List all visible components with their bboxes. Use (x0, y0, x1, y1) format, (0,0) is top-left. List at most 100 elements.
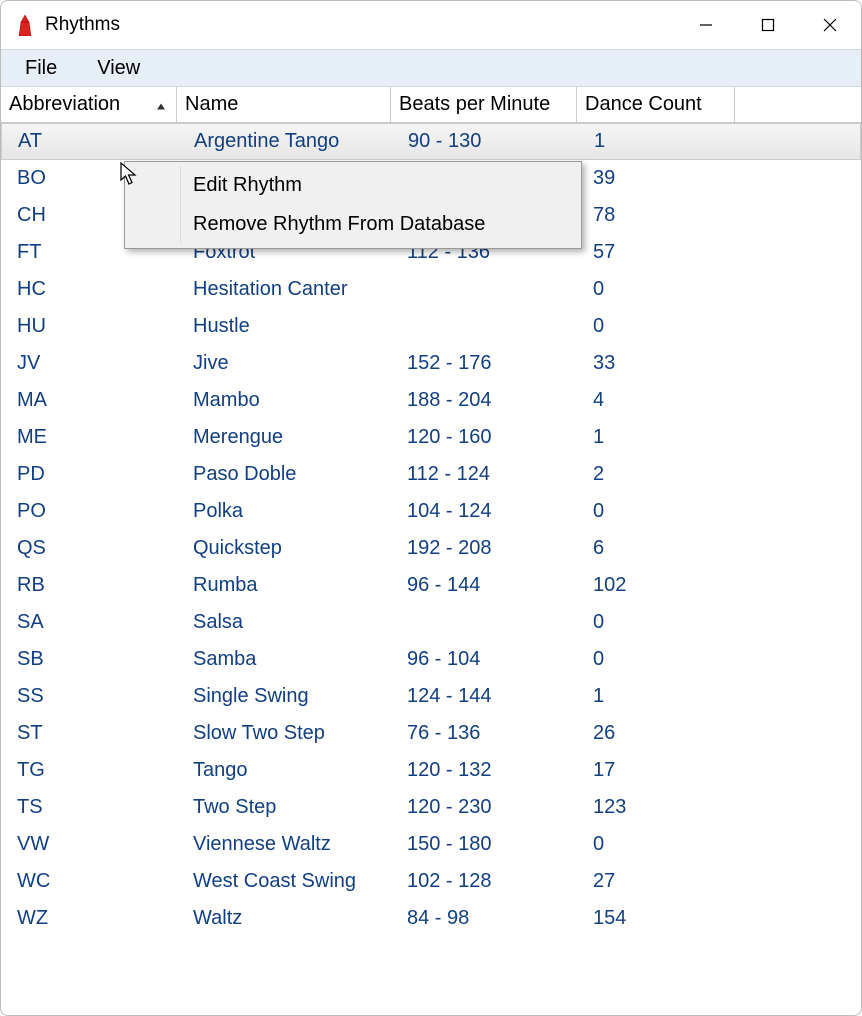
menubar: File View (1, 49, 861, 87)
cell-name: Waltz (177, 907, 391, 930)
table-row[interactable]: SASalsa 0 (1, 604, 861, 641)
table-row[interactable]: POPolka104 - 1240 (1, 493, 861, 530)
cell-bpm: 152 - 176 (391, 352, 577, 375)
table-row[interactable]: VWViennese Waltz150 - 1800 (1, 826, 861, 863)
table-row[interactable]: WCWest Coast Swing102 - 12827 (1, 863, 861, 900)
column-label: Name (185, 93, 238, 116)
column-label: Abbreviation (9, 93, 120, 116)
cell-name: Rumba (177, 574, 391, 597)
table-row[interactable]: TSTwo Step120 - 230123 (1, 789, 861, 826)
titlebar: Rhythms (1, 1, 861, 49)
table-header: Abbreviation Name Beats per Minute Dance… (1, 87, 861, 123)
cell-name: Slow Two Step (177, 722, 391, 745)
cell-abbreviation: TG (1, 759, 177, 782)
cell-dance-count: 154 (577, 907, 735, 930)
cell-abbreviation: MA (1, 389, 177, 412)
maximize-button[interactable] (737, 1, 799, 49)
cell-name: Merengue (177, 426, 391, 449)
cell-name: Quickstep (177, 537, 391, 560)
cell-dance-count: 2 (577, 463, 735, 486)
table-row[interactable]: SSSingle Swing124 - 1441 (1, 678, 861, 715)
table-row[interactable]: JVJive152 - 17633 (1, 345, 861, 382)
context-menu-remove-rhythm[interactable]: Remove Rhythm From Database (181, 205, 579, 244)
cell-bpm: 120 - 132 (391, 759, 577, 782)
column-label: Dance Count (585, 93, 702, 116)
cell-dance-count: 0 (577, 648, 735, 671)
cell-name: Two Step (177, 796, 391, 819)
table-row[interactable]: STSlow Two Step76 - 13626 (1, 715, 861, 752)
column-header-bpm[interactable]: Beats per Minute (391, 87, 577, 122)
cell-dance-count: 17 (577, 759, 735, 782)
cell-abbreviation: PD (1, 463, 177, 486)
table-row[interactable]: RBRumba96 - 144102 (1, 567, 861, 604)
table-row[interactable]: MEMerengue120 - 1601 (1, 419, 861, 456)
cell-dance-count: 1 (577, 685, 735, 708)
close-button[interactable] (799, 1, 861, 49)
cell-dance-count: 102 (577, 574, 735, 597)
cell-dance-count: 1 (577, 426, 735, 449)
cell-bpm: 76 - 136 (391, 722, 577, 745)
cell-abbreviation: PO (1, 500, 177, 523)
sort-ascending-icon (156, 93, 166, 116)
column-label: Beats per Minute (399, 93, 550, 116)
table-row[interactable]: TGTango120 - 13217 (1, 752, 861, 789)
window-title: Rhythms (45, 14, 120, 36)
context-menu-gutter (127, 166, 181, 244)
cell-dance-count: 0 (577, 611, 735, 634)
cell-name: Samba (177, 648, 391, 671)
cell-name: Single Swing (177, 685, 391, 708)
cell-name: Paso Doble (177, 463, 391, 486)
cell-abbreviation: WZ (1, 907, 177, 930)
cell-abbreviation: RB (1, 574, 177, 597)
cell-dance-count: 57 (577, 241, 735, 264)
cell-name: Mambo (177, 389, 391, 412)
table-row[interactable]: HUHustle 0 (1, 308, 861, 345)
cell-dance-count: 39 (577, 167, 735, 190)
cell-dance-count: 78 (577, 204, 735, 227)
column-header-empty (735, 87, 861, 122)
cell-abbreviation: ME (1, 426, 177, 449)
cell-name: Salsa (177, 611, 391, 634)
cell-abbreviation: JV (1, 352, 177, 375)
cell-bpm: 188 - 204 (391, 389, 577, 412)
cell-dance-count: 26 (577, 722, 735, 745)
table-row[interactable]: PDPaso Doble112 - 1242 (1, 456, 861, 493)
column-header-abbreviation[interactable]: Abbreviation (1, 87, 177, 122)
cell-abbreviation: SA (1, 611, 177, 634)
cell-bpm: 124 - 144 (391, 685, 577, 708)
column-header-name[interactable]: Name (177, 87, 391, 122)
cell-bpm: 120 - 230 (391, 796, 577, 819)
table-row[interactable]: ATArgentine Tango90 - 1301 (1, 123, 861, 160)
cell-name: Argentine Tango (178, 130, 392, 153)
context-menu-edit-rhythm[interactable]: Edit Rhythm (181, 166, 579, 205)
cell-name: Viennese Waltz (177, 833, 391, 856)
cell-bpm: 104 - 124 (391, 500, 577, 523)
cell-name: Hustle (177, 315, 391, 338)
cell-bpm: 96 - 104 (391, 648, 577, 671)
cell-dance-count: 27 (577, 870, 735, 893)
cell-bpm: 96 - 144 (391, 574, 577, 597)
app-icon (15, 14, 35, 36)
window-controls (675, 1, 861, 49)
cell-abbreviation: VW (1, 833, 177, 856)
minimize-button[interactable] (675, 1, 737, 49)
table-row[interactable]: SBSamba96 - 1040 (1, 641, 861, 678)
column-header-dance-count[interactable]: Dance Count (577, 87, 735, 122)
cell-dance-count: 0 (577, 833, 735, 856)
cell-abbreviation: SB (1, 648, 177, 671)
cell-abbreviation: HU (1, 315, 177, 338)
table-row[interactable]: HCHesitation Canter0 (1, 271, 861, 308)
table-row[interactable]: MAMambo188 - 2044 (1, 382, 861, 419)
menu-view[interactable]: View (97, 57, 140, 80)
cell-dance-count: 1 (578, 130, 736, 153)
cell-name: Polka (177, 500, 391, 523)
cell-dance-count: 0 (577, 315, 735, 338)
cell-abbreviation: SS (1, 685, 177, 708)
cell-abbreviation: AT (2, 130, 178, 153)
cell-bpm: 150 - 180 (391, 833, 577, 856)
table-row[interactable]: QSQuickstep192 - 2086 (1, 530, 861, 567)
table-row[interactable]: WZWaltz84 - 98154 (1, 900, 861, 937)
menu-file[interactable]: File (25, 57, 57, 80)
cell-dance-count: 6 (577, 537, 735, 560)
app-window: Rhythms File View Abbreviation (0, 0, 862, 1016)
